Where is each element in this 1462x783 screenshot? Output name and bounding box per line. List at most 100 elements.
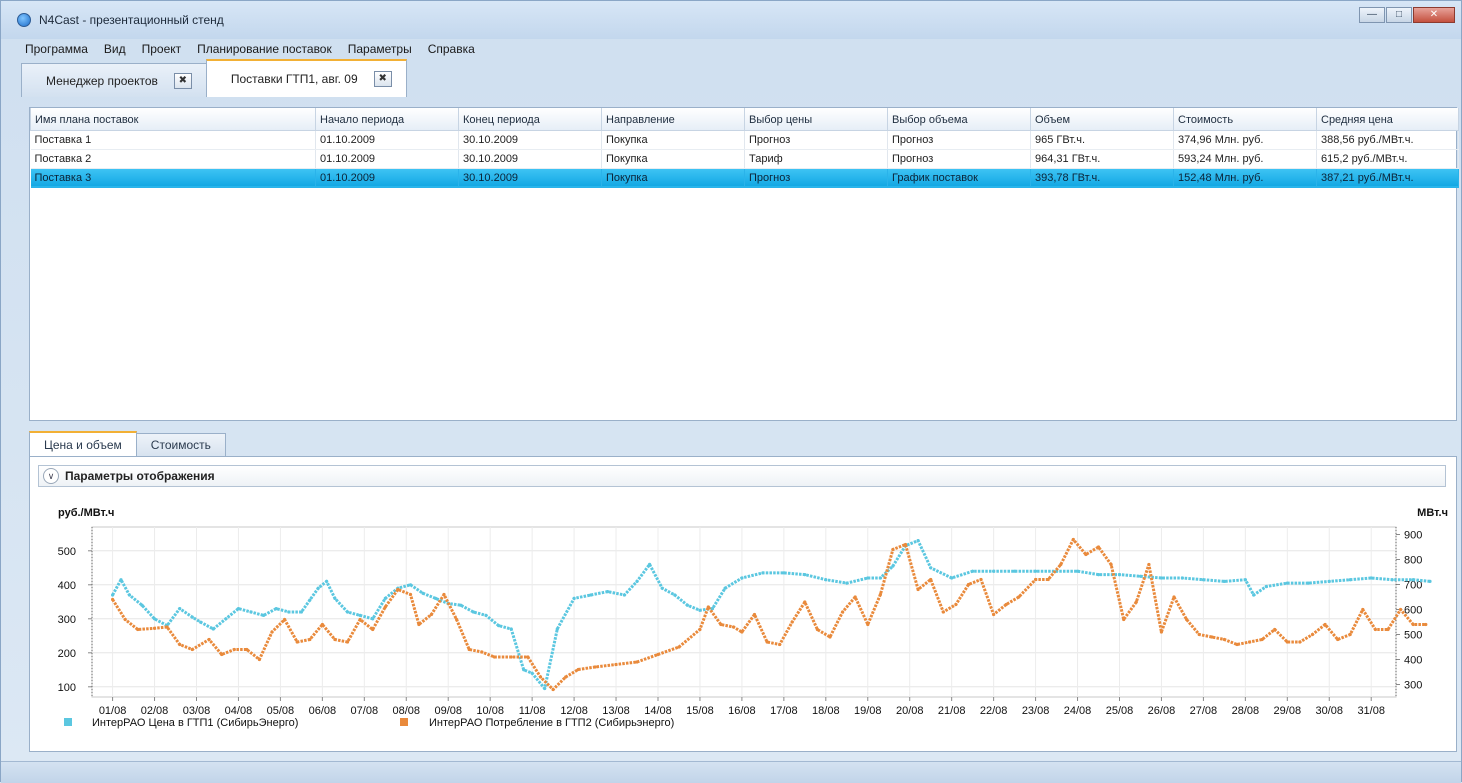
consumption-point xyxy=(232,647,236,652)
menu-program[interactable]: Программа xyxy=(25,39,88,59)
price-point xyxy=(971,569,975,573)
app-logo-icon xyxy=(17,13,31,27)
tab-supplies[interactable]: Поставки ГТП1, авг. 09 ✖ xyxy=(205,59,407,97)
price-point xyxy=(262,613,266,617)
consumption-point xyxy=(467,647,471,652)
consumption-point xyxy=(1336,637,1340,642)
table-cell: 393,78 ГВт.ч. xyxy=(1030,168,1174,188)
consumption-point xyxy=(706,605,710,609)
consumption-point xyxy=(1004,602,1008,607)
column-header[interactable]: Направление xyxy=(601,108,745,131)
price-point xyxy=(345,610,350,614)
menu-parameters[interactable]: Параметры xyxy=(348,39,412,59)
consumption-point xyxy=(740,630,744,634)
consumption-point xyxy=(455,617,459,622)
x-tick-label: 04/08 xyxy=(225,705,253,717)
price-point xyxy=(325,579,329,583)
table-cell: 965 ГВт.ч. xyxy=(1030,130,1174,150)
consumption-point xyxy=(408,592,413,597)
tab-label: Менеджер проектов xyxy=(46,73,158,88)
column-header[interactable]: Конец периода xyxy=(458,108,602,131)
consumption-point xyxy=(270,630,274,634)
legend-swatch-price xyxy=(64,718,72,726)
consumption-point xyxy=(320,622,324,627)
price-point xyxy=(140,603,144,607)
consumption-point xyxy=(752,612,757,617)
column-header[interactable]: Имя плана поставок xyxy=(30,108,316,131)
table-row[interactable]: Поставка 1 01.10.2009 30.10.2009 Покупка… xyxy=(30,130,1459,150)
tab-close-icon[interactable]: ✖ xyxy=(173,72,192,89)
price-point xyxy=(1138,574,1143,578)
consumption-point xyxy=(1386,627,1390,632)
title-bar[interactable]: N4Cast - презентационный стенд — □ ✕ xyxy=(1,1,1461,39)
price-point xyxy=(434,596,438,600)
price-point xyxy=(1285,581,1289,585)
left-tick-label: 500 xyxy=(58,546,76,558)
price-point xyxy=(421,591,425,595)
consumption-point xyxy=(245,647,249,652)
menu-supply-planning[interactable]: Планирование поставок xyxy=(197,39,332,59)
price-point xyxy=(824,578,828,582)
column-header[interactable]: Выбор цены xyxy=(744,108,888,131)
consumption-point xyxy=(966,582,971,587)
display-params-expander[interactable]: ∨ Параметры отображения xyxy=(38,465,1446,487)
x-tick-label: 26/08 xyxy=(1148,705,1176,717)
x-tick-label: 22/08 xyxy=(980,705,1008,717)
column-header[interactable]: Выбор объема xyxy=(887,108,1031,131)
x-tick-label: 09/08 xyxy=(434,705,462,717)
consumption-point xyxy=(916,587,920,592)
tab-cost[interactable]: Стоимость xyxy=(135,433,226,457)
left-tick-label: 400 xyxy=(58,580,76,592)
consumption-point xyxy=(614,662,618,667)
consumption-point xyxy=(178,642,182,647)
price-point xyxy=(497,624,501,628)
x-tick-label: 27/08 xyxy=(1190,705,1218,717)
x-tick-label: 07/08 xyxy=(351,705,379,717)
close-window-button[interactable]: ✕ xyxy=(1413,7,1455,23)
maximize-button[interactable]: □ xyxy=(1386,7,1412,23)
chart-tabs: Цена и объем Стоимость xyxy=(29,431,226,457)
x-tick-label: 08/08 xyxy=(393,705,421,717)
tab-price-volume[interactable]: Цена и объем xyxy=(29,431,137,457)
consumption-point xyxy=(383,605,387,609)
tab-project-manager[interactable]: Менеджер проектов ✖ xyxy=(21,63,207,97)
price-point xyxy=(992,569,996,573)
consumption-point xyxy=(526,655,530,659)
x-tick-label: 30/08 xyxy=(1315,705,1343,717)
column-header[interactable]: Объем xyxy=(1030,108,1174,131)
consumption-point xyxy=(1399,607,1403,612)
price-point xyxy=(509,627,513,631)
table-row[interactable]: Поставка 2 01.10.2009 30.10.2009 Покупка… xyxy=(30,149,1459,169)
menu-help[interactable]: Справка xyxy=(428,39,475,59)
column-header[interactable]: Начало периода xyxy=(315,108,459,131)
consumption-point xyxy=(1109,562,1113,567)
x-tick-label: 14/08 xyxy=(644,705,672,717)
column-header[interactable]: Средняя цена xyxy=(1316,108,1459,131)
table-cell: Покупка xyxy=(601,149,745,169)
consumption-point xyxy=(396,587,400,592)
price-point xyxy=(152,617,157,621)
table-cell: Поставка 3 xyxy=(30,168,316,188)
right-axis-title: МВт.ч xyxy=(1417,507,1448,519)
price-point xyxy=(891,564,895,568)
legend-label-consumption: ИнтерРАО Потребление в ГТП2 (Сибирьэнерг… xyxy=(429,717,674,729)
chevron-down-icon[interactable]: ∨ xyxy=(43,468,59,484)
x-tick-label: 01/08 xyxy=(99,705,127,717)
price-point xyxy=(782,571,786,575)
consumption-point xyxy=(165,625,169,629)
price-point xyxy=(1013,569,1017,573)
price-point xyxy=(723,586,727,590)
menu-project[interactable]: Проект xyxy=(142,39,182,59)
x-tick-label: 05/08 xyxy=(267,705,295,717)
consumption-point xyxy=(1411,622,1415,627)
menu-view[interactable]: Вид xyxy=(104,39,126,59)
consumption-point xyxy=(123,617,127,622)
window-title: N4Cast - презентационный стенд xyxy=(39,13,224,27)
minimize-button[interactable]: — xyxy=(1359,7,1385,23)
tab-close-icon[interactable]: ✖ xyxy=(373,71,392,87)
table-row-selected[interactable]: Поставка 3 01.10.2009 30.10.2009 Покупка… xyxy=(30,168,1459,188)
table-cell: Покупка xyxy=(601,168,745,188)
column-header[interactable]: Стоимость xyxy=(1173,108,1317,131)
x-tick-label: 06/08 xyxy=(309,705,337,717)
price-point xyxy=(178,607,182,611)
